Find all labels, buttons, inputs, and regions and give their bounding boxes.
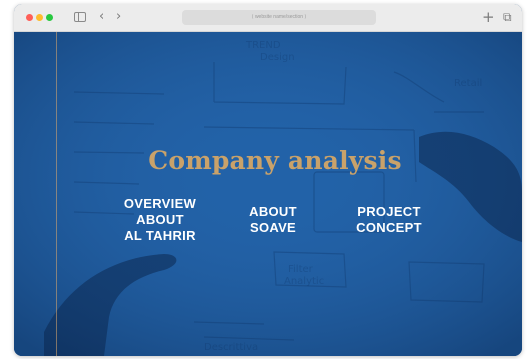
page-title: Company analysis	[148, 146, 402, 175]
forward-icon[interactable]: ›	[116, 9, 121, 25]
whiteboard-background-image: TREND Design Retail Filter Analytic Desc…	[14, 32, 522, 356]
nav-link-about-soave[interactable]: ABOUT SOAVE	[238, 204, 308, 236]
decorative-vertical-line	[56, 32, 57, 356]
new-tab-icon[interactable]: +	[482, 9, 495, 25]
maximize-window-button[interactable]	[46, 14, 53, 21]
nav-link-overview-al-tahrir[interactable]: OVERVIEW ABOUT AL TAHRIR	[106, 196, 214, 244]
sidebar-toggle-icon[interactable]	[74, 12, 86, 22]
back-icon[interactable]: ‹	[99, 9, 104, 25]
hero-section: TREND Design Retail Filter Analytic Desc…	[14, 32, 522, 356]
tabs-overview-icon[interactable]: ⧉	[503, 9, 512, 25]
minimize-window-button[interactable]	[36, 14, 43, 21]
close-window-button[interactable]	[26, 14, 33, 21]
address-bar[interactable]: ⟨ website name/section ⟩	[182, 10, 376, 25]
browser-window: ‹ › ⟨ website name/section ⟩ + ⧉ Company…	[14, 4, 522, 356]
browser-toolbar: ‹ › ⟨ website name/section ⟩ + ⧉	[14, 4, 522, 32]
nav-link-project-concept[interactable]: PROJECT CONCEPT	[344, 204, 434, 236]
